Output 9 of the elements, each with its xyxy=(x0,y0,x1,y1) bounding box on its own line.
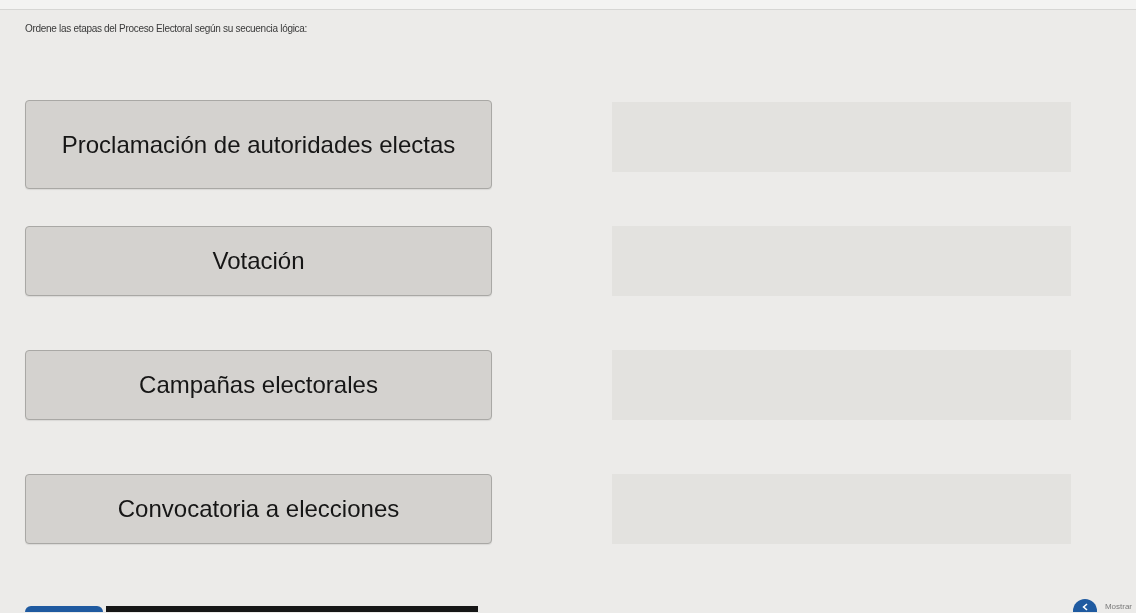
chevron-left-icon xyxy=(1081,603,1088,611)
action-button[interactable] xyxy=(25,606,103,612)
answer-card[interactable]: Proclamación de autoridades electas xyxy=(25,100,492,189)
answer-card[interactable]: Convocatoria a elecciones xyxy=(25,474,492,544)
answer-card[interactable]: Votación xyxy=(25,226,492,296)
back-button[interactable] xyxy=(1072,599,1097,612)
answer-card[interactable]: Campañas electorales xyxy=(25,350,492,420)
question-text: Ordene las etapas del Proceso Electoral según su secuencia lógica: xyxy=(25,23,308,35)
show-link[interactable]: Mostrar xyxy=(1104,602,1132,611)
